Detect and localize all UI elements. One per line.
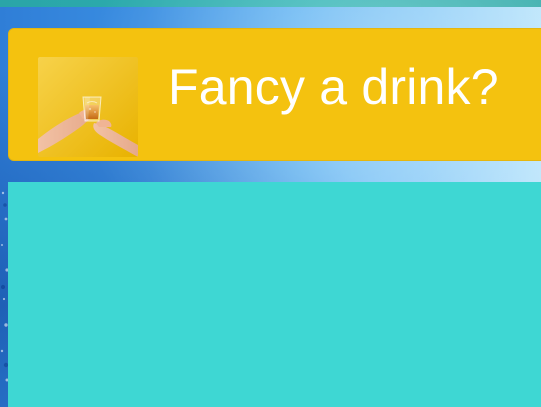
content-panel — [8, 182, 541, 407]
page-title: Fancy a drink? — [168, 59, 499, 115]
toast-glass-hands-image — [38, 57, 138, 157]
header-tile: Fancy a drink? — [8, 28, 541, 161]
top-strip — [0, 0, 541, 7]
